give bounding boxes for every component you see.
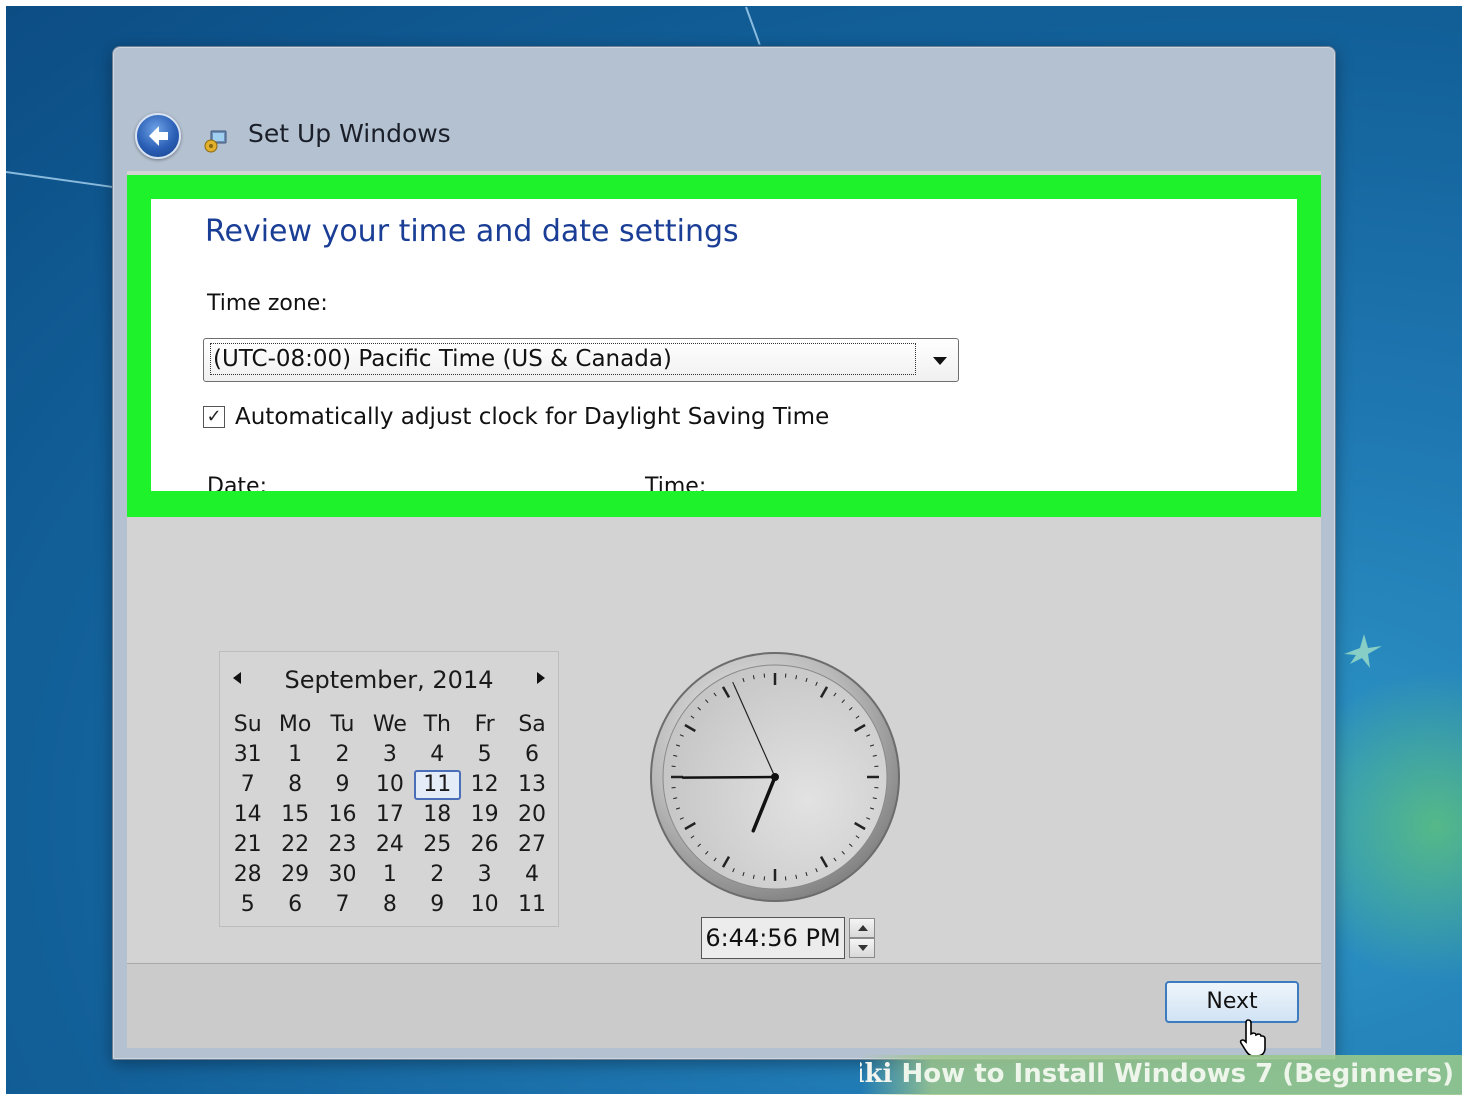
time-input[interactable]: 6:44:56 PM xyxy=(701,917,845,959)
calendar-week-row: 7 8 9 10 11 12 13 xyxy=(224,770,556,800)
setup-window: Set Up Windows September, 2014 Su Mo Tu We T… xyxy=(112,46,1336,1060)
calendar-day[interactable]: 17 xyxy=(366,800,413,830)
spin-down-arrow-icon xyxy=(858,945,868,951)
calendar-day[interactable]: 5 xyxy=(461,740,508,770)
dst-checkbox[interactable]: ✓ xyxy=(203,406,225,428)
calendar-day[interactable]: 5 xyxy=(224,890,271,920)
mouse-cursor-icon xyxy=(1239,1019,1266,1057)
calendar-week-row: 31 1 2 3 4 5 6 xyxy=(224,740,556,770)
calendar-day[interactable]: 25 xyxy=(414,830,461,860)
time-zone-label: Time zone: xyxy=(207,291,328,316)
calendar-day[interactable]: 7 xyxy=(224,770,271,800)
spin-up-arrow-icon xyxy=(858,925,868,931)
calendar-day[interactable]: 8 xyxy=(271,770,318,800)
calendar-weekday-row: Su Mo Tu We Th Fr Sa xyxy=(224,710,556,740)
calendar-day[interactable]: 9 xyxy=(319,770,366,800)
calendar-weekday: Sa xyxy=(518,712,546,737)
time-label: Time: xyxy=(645,474,707,491)
calendar-day[interactable]: 4 xyxy=(508,860,555,890)
calendar-day[interactable]: 15 xyxy=(271,800,318,830)
calendar-week-row: 21 22 23 24 25 26 27 xyxy=(224,830,556,860)
calendar-day[interactable]: 11 xyxy=(508,890,555,920)
calendar-day[interactable]: 11 xyxy=(413,770,461,800)
calendar-day[interactable]: 10 xyxy=(366,770,413,800)
calendar-week-row: 5 6 7 8 9 10 11 xyxy=(224,890,556,920)
back-arrow-icon xyxy=(149,126,168,146)
bird-icon xyxy=(1344,634,1382,668)
analog-clock xyxy=(650,652,900,902)
date-calendar[interactable]: September, 2014 Su Mo Tu We Th Fr Sa 31 1 2 3 4 5 6 7 8… xyxy=(219,651,559,927)
calendar-day[interactable]: 8 xyxy=(366,890,413,920)
calendar-month-title[interactable]: September, 2014 xyxy=(220,666,558,694)
calendar-day[interactable]: 12 xyxy=(461,770,508,800)
calendar-day[interactable]: 31 xyxy=(224,740,271,770)
calendar-day[interactable]: 1 xyxy=(366,860,413,890)
calendar-day[interactable]: 27 xyxy=(508,830,555,860)
next-button[interactable]: Next xyxy=(1165,981,1299,1023)
calendar-day[interactable]: 2 xyxy=(414,860,461,890)
setup-windows-icon xyxy=(204,130,227,153)
watermark-title: How to Install Windows 7 (Beginners) xyxy=(901,1059,1455,1089)
calendar-day[interactable]: 18 xyxy=(414,800,461,830)
calendar-day[interactable]: 2 xyxy=(319,740,366,770)
calendar-day[interactable]: 30 xyxy=(319,860,366,890)
footer-bar xyxy=(127,963,1321,1048)
dropdown-arrow-icon[interactable] xyxy=(928,347,952,373)
calendar-weekday: Su xyxy=(233,712,262,737)
calendar-day[interactable]: 16 xyxy=(319,800,366,830)
window-title: Set Up Windows xyxy=(248,119,451,148)
calendar-day[interactable]: 6 xyxy=(271,890,318,920)
calendar-day[interactable]: 4 xyxy=(414,740,461,770)
calendar-day[interactable]: 14 xyxy=(224,800,271,830)
calendar-day[interactable]: 6 xyxy=(508,740,555,770)
calendar-day[interactable]: 9 xyxy=(414,890,461,920)
time-zone-section: Review your time and date settings Time … xyxy=(151,199,1297,491)
calendar-day[interactable]: 24 xyxy=(366,830,413,860)
calendar-day[interactable]: 19 xyxy=(461,800,508,830)
calendar-day[interactable]: 20 xyxy=(508,800,555,830)
calendar-week-row: 28 29 30 1 2 3 4 xyxy=(224,860,556,890)
calendar-day[interactable]: 26 xyxy=(461,830,508,860)
time-spin-down-button[interactable] xyxy=(849,938,875,958)
calendar-day[interactable]: 7 xyxy=(319,890,366,920)
calendar-week-row: 14 15 16 17 18 19 20 xyxy=(224,800,556,830)
calendar-weekday: Th xyxy=(423,712,451,737)
calendar-day[interactable]: 28 xyxy=(224,860,271,890)
back-button[interactable] xyxy=(135,113,181,159)
calendar-day[interactable]: 10 xyxy=(461,890,508,920)
calendar-weekday: Fr xyxy=(474,712,495,737)
dst-label[interactable]: Automatically adjust clock for Daylight … xyxy=(235,404,829,430)
calendar-day[interactable]: 29 xyxy=(271,860,318,890)
title-bar: Set Up Windows xyxy=(113,47,1335,167)
calendar-day[interactable]: 21 xyxy=(224,830,271,860)
page-heading: Review your time and date settings xyxy=(205,214,739,249)
time-zone-dropdown[interactable]: (UTC-08:00) Pacific Time (US & Canada) xyxy=(203,338,959,382)
calendar-grid: Su Mo Tu We Th Fr Sa 31 1 2 3 4 5 6 7 8 9 10 11 12 13 14 15 16 1… xyxy=(224,710,556,920)
watermark-text: wiki How to Install Windows 7 (Beginners… xyxy=(860,1059,1454,1089)
next-month-icon[interactable] xyxy=(534,670,548,686)
date-label: Date: xyxy=(207,474,267,491)
calendar-weekday: Tu xyxy=(330,712,355,737)
calendar-day[interactable]: 13 xyxy=(508,770,555,800)
calendar-day[interactable]: 23 xyxy=(319,830,366,860)
calendar-day[interactable]: 3 xyxy=(461,860,508,890)
wikihow-watermark: wiki How to Install Windows 7 (Beginners… xyxy=(860,1055,1462,1095)
calendar-day[interactable]: 3 xyxy=(366,740,413,770)
calendar-day[interactable]: 1 xyxy=(271,740,318,770)
highlight-box: Review your time and date settings Time … xyxy=(127,175,1321,517)
calendar-day[interactable]: 22 xyxy=(271,830,318,860)
time-spin-up-button[interactable] xyxy=(849,918,875,938)
calendar-weekday: We xyxy=(372,712,407,737)
time-zone-selected-value: (UTC-08:00) Pacific Time (US & Canada) xyxy=(210,343,916,375)
calendar-weekday: Mo xyxy=(278,712,312,737)
watermark-brand: wiki xyxy=(860,1059,893,1089)
clock-minute-hand xyxy=(681,775,777,779)
